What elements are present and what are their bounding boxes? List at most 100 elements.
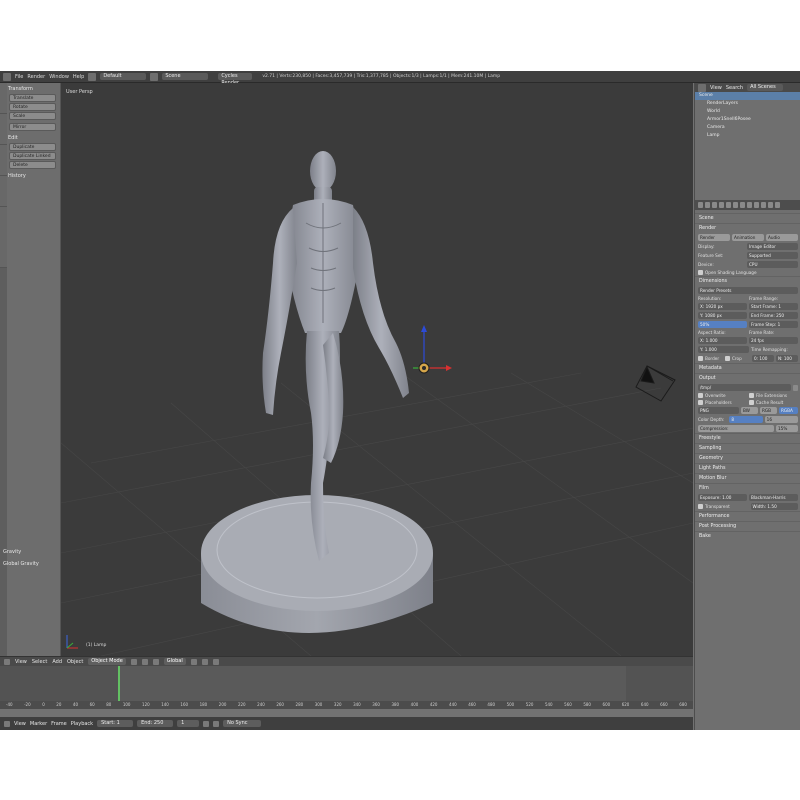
outliner-item-lamp[interactable]: Lamp	[695, 132, 800, 140]
menu-render[interactable]: Render	[27, 74, 45, 80]
start-frame-field[interactable]: Start: 1	[97, 720, 134, 727]
menu-playback[interactable]: Playback	[71, 721, 93, 727]
frame-rate-selector[interactable]: 24 fps	[749, 337, 798, 344]
menu-select[interactable]: Select	[32, 659, 47, 665]
frame-step-field[interactable]: Frame Step: 1	[749, 321, 798, 328]
sync-selector[interactable]: No Sync	[223, 720, 262, 727]
aspect-y-field[interactable]: Y: 1.000	[698, 346, 749, 353]
feature-set-selector[interactable]: Supported	[747, 252, 798, 259]
crop-checkbox[interactable]	[725, 356, 730, 361]
folder-icon[interactable]	[793, 384, 798, 391]
outliner-item-camera[interactable]: Camera	[695, 124, 800, 132]
sampling-panel-head[interactable]: Sampling	[695, 443, 800, 453]
end-frame-prop-field[interactable]: End Frame: 250	[749, 312, 798, 319]
material-tab-icon[interactable]	[754, 202, 759, 208]
timeline[interactable]: -40 -20 0 20 40 60 80 100 120 140 160 180 200 220 240 2…	[0, 666, 693, 709]
global-gravity-toggle[interactable]: Global Gravity	[3, 560, 53, 568]
display-selector[interactable]: Image Editor	[747, 243, 798, 250]
render-button[interactable]: Render	[698, 234, 730, 241]
render-engine-selector[interactable]: Cycles Render	[218, 73, 253, 86]
dimensions-panel-head[interactable]: Dimensions	[695, 276, 800, 286]
menu-marker[interactable]: Marker	[30, 721, 47, 727]
layer-icon[interactable]	[190, 658, 197, 665]
output-path-field[interactable]: /tmp/	[698, 384, 791, 391]
outliner-item-renderlayers[interactable]: RenderLayers	[695, 100, 800, 108]
transparent-checkbox[interactable]	[698, 504, 703, 509]
physics-tab-icon[interactable]	[775, 202, 780, 208]
shelf-tab-animation[interactable]	[0, 176, 7, 207]
modifiers-tab-icon[interactable]	[740, 202, 745, 208]
scene-tab-icon[interactable]	[712, 202, 717, 208]
translate-button[interactable]: Translate	[9, 94, 56, 102]
duplicate-button[interactable]: Duplicate	[9, 143, 56, 151]
time-new-field[interactable]: N: 100	[776, 355, 798, 362]
menu-view[interactable]: View	[14, 721, 26, 727]
editor-type-icon[interactable]	[4, 720, 10, 727]
data-tab-icon[interactable]	[747, 202, 752, 208]
end-frame-field[interactable]: End: 250	[137, 720, 174, 727]
overwrite-checkbox[interactable]	[698, 393, 703, 398]
editor-type-icon[interactable]	[698, 83, 706, 92]
outliner-item-world[interactable]: World	[695, 108, 800, 116]
layout-selector[interactable]: Default	[100, 73, 147, 80]
editor-type-icon[interactable]	[4, 658, 10, 665]
border-checkbox[interactable]	[698, 356, 703, 361]
scale-button[interactable]: Scale	[9, 112, 56, 120]
menu-file[interactable]: File	[15, 74, 23, 80]
history-panel-head[interactable]: History	[8, 172, 58, 180]
outliner-menu-search[interactable]: Search	[726, 85, 743, 91]
filter-selector[interactable]: Blackman-Harris	[749, 494, 798, 501]
play-icon[interactable]	[203, 720, 210, 727]
orientation-selector[interactable]: Global	[163, 658, 186, 665]
rgb-button[interactable]: RGB	[760, 407, 777, 414]
animation-button[interactable]: Animation	[732, 234, 764, 241]
device-selector[interactable]: CPU	[747, 261, 798, 268]
filter-width-field[interactable]: Width: 1.50	[750, 503, 798, 510]
cache-result-checkbox[interactable]	[749, 400, 754, 405]
outliner-item-scene[interactable]: Scene	[695, 92, 800, 100]
particles-tab-icon[interactable]	[768, 202, 773, 208]
exposure-field[interactable]: Exposure: 1.00	[698, 494, 747, 501]
time-old-field[interactable]: 0: 100	[752, 355, 774, 362]
menu-add[interactable]: Add	[52, 659, 62, 665]
render-layers-tab-icon[interactable]	[705, 202, 710, 208]
depth-16-button[interactable]: 16	[764, 416, 798, 423]
audio-button[interactable]: Audio	[766, 234, 798, 241]
freestyle-panel-head[interactable]: Freestyle	[695, 433, 800, 443]
aspect-x-field[interactable]: X: 1.000	[698, 337, 747, 344]
compression-slider[interactable]: 15%	[776, 425, 798, 432]
texture-tab-icon[interactable]	[761, 202, 766, 208]
pivot-icon[interactable]	[141, 658, 148, 665]
duplicate-linked-button[interactable]: Duplicate Linked	[9, 152, 56, 160]
shelf-tab-physics[interactable]	[0, 207, 7, 268]
constraints-tab-icon[interactable]	[733, 202, 738, 208]
transform-panel-head[interactable]: Transform	[8, 85, 58, 93]
outliner-menu-view[interactable]: View	[710, 85, 722, 91]
metadata-panel-head[interactable]: Metadata	[695, 363, 800, 373]
object-tab-icon[interactable]	[726, 202, 731, 208]
scene-selector[interactable]: Scene	[162, 73, 209, 80]
render-presets-selector[interactable]: Render Presets	[698, 287, 798, 294]
record-icon[interactable]	[213, 720, 220, 727]
shelf-tab-create[interactable]	[0, 114, 7, 145]
start-frame-prop-field[interactable]: Start Frame: 1	[749, 303, 798, 310]
menu-help[interactable]: Help	[73, 74, 84, 80]
placeholders-checkbox[interactable]	[698, 400, 703, 405]
rotate-button[interactable]: Rotate	[9, 103, 56, 111]
film-panel-head[interactable]: Film	[695, 483, 800, 493]
outliner-item-model[interactable]: Armor1Snell6Posee	[695, 116, 800, 124]
render-panel-head[interactable]: Render	[695, 223, 800, 233]
menu-frame[interactable]: Frame	[51, 721, 67, 727]
editor-type-icon[interactable]	[3, 72, 11, 81]
performance-panel-head[interactable]: Performance	[695, 511, 800, 521]
edit-panel-head[interactable]: Edit	[8, 134, 58, 142]
timeline-frame-cursor[interactable]	[118, 666, 120, 704]
file-extensions-checkbox[interactable]	[749, 393, 754, 398]
menu-view[interactable]: View	[15, 659, 27, 665]
resolution-percentage-field[interactable]: 50%	[698, 321, 747, 328]
output-panel-head[interactable]: Output	[695, 373, 800, 383]
outliner-filter[interactable]: All Scenes	[747, 84, 784, 91]
resolution-x-field[interactable]: X: 1920 px	[698, 303, 747, 310]
gravity-panel-head[interactable]: Gravity	[3, 548, 53, 556]
shelf-tab-tools[interactable]	[0, 83, 7, 114]
